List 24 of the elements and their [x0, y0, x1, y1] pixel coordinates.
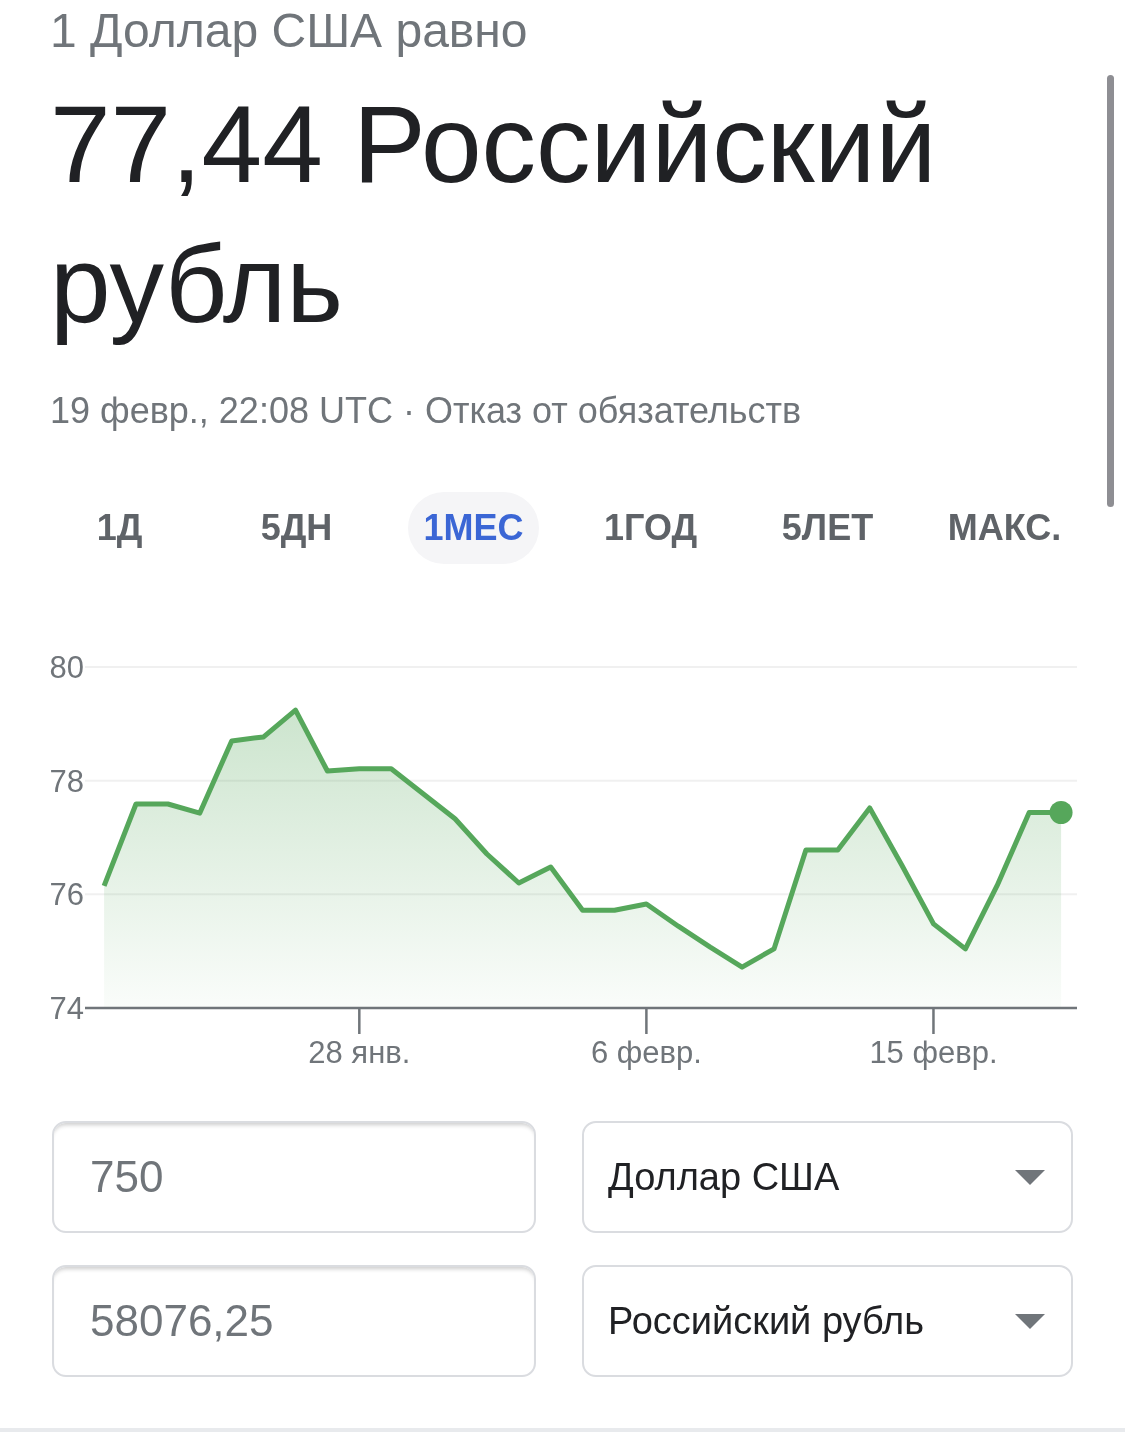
- conversion-result: 77,44 Российский рубль: [50, 82, 938, 347]
- timestamp-text: 19 февр., 22:08 UTC: [50, 389, 393, 433]
- disclaimer-link[interactable]: Отказ от обязательств: [424, 389, 802, 433]
- intro-text: 1 Доллар США равно: [50, 3, 529, 59]
- range-tab[interactable]: 5ЛЕТ: [766, 492, 889, 564]
- separator: ·: [402, 389, 415, 433]
- currency-select[interactable]: Российский рубль: [582, 1265, 1073, 1377]
- x-axis-label: 28 янв.: [308, 1035, 411, 1070]
- range-tab[interactable]: 5ДН: [245, 492, 348, 564]
- range-tab[interactable]: 1МЕС: [408, 492, 539, 564]
- y-axis-label: 80: [49, 650, 84, 686]
- caret-icon: [1015, 1313, 1045, 1329]
- amount-input[interactable]: 750: [52, 1121, 536, 1233]
- x-axis-label: 15 февр.: [869, 1035, 998, 1070]
- x-axis-label: 6 февр.: [590, 1035, 702, 1070]
- currency-select[interactable]: Доллар США: [582, 1121, 1073, 1233]
- range-tab[interactable]: 1ГОД: [588, 492, 713, 564]
- y-axis-label: 76: [49, 877, 84, 913]
- y-axis-label: 74: [49, 991, 84, 1027]
- y-axis-label: 78: [49, 763, 84, 799]
- range-tab[interactable]: 1Д: [81, 492, 158, 564]
- range-tab[interactable]: МАКС.: [932, 492, 1077, 564]
- amount-input[interactable]: 58076,25: [52, 1265, 536, 1377]
- caret-icon: [1015, 1169, 1045, 1185]
